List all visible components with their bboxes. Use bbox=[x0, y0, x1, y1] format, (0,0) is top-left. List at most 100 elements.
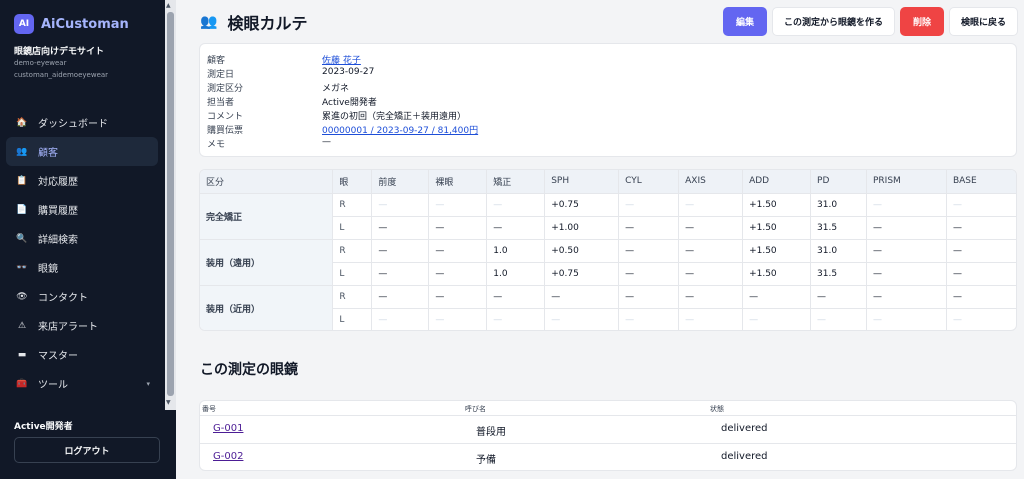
sidebar-item-customers[interactable]: 👥 顧客 bbox=[6, 137, 158, 166]
table-cell: +1.00 bbox=[544, 216, 620, 240]
table-cell: — bbox=[866, 308, 947, 330]
history-icon: 📋 bbox=[16, 175, 28, 186]
table-cell: — bbox=[946, 216, 1016, 240]
row-group-label: 装用（近用） bbox=[200, 285, 334, 330]
tenant-name: 眼鏡店向けデモサイト bbox=[14, 47, 105, 57]
glasses-number-link[interactable]: G-001 bbox=[213, 423, 243, 434]
sidebar-item-toolbox[interactable]: 🧰 ツール ▾ bbox=[6, 369, 158, 398]
info-label: 顧客 bbox=[207, 56, 226, 66]
prescription-table: 区分眼前度 裸眼 矯正 SPH CYL AXIS ADD PD PRISM BASE 完全矯正 R —… bbox=[200, 170, 1016, 330]
sidebar-scrollbar-thumb[interactable] bbox=[167, 12, 174, 396]
table-cell: — bbox=[618, 193, 680, 217]
table-cell: — bbox=[544, 285, 620, 309]
table-cell: 31.5 bbox=[810, 262, 867, 286]
edit-button[interactable]: 編集 bbox=[722, 7, 767, 36]
table-cell: — bbox=[946, 193, 1016, 217]
back-to-exam-button[interactable]: 検眼に戻る bbox=[948, 7, 1018, 36]
sidebar-item-label: 眼鏡 bbox=[38, 264, 58, 275]
alert-icon: ⚠ bbox=[17, 320, 27, 331]
table-cell: — bbox=[866, 239, 947, 263]
table-row: 装用（遠用） R — —1.0 +0.50— — +1.50 31.0— — bbox=[200, 239, 1016, 286]
sidebar-item-glasses[interactable]: 👓 眼鏡 bbox=[6, 253, 158, 282]
page-header: 👥 検眼カルテ bbox=[200, 10, 307, 34]
column-header: 番号 bbox=[202, 405, 216, 413]
glasses-status: delivered bbox=[721, 423, 768, 434]
row-group-label: 完全矯正 bbox=[200, 193, 334, 240]
search-icon: 🔍 bbox=[16, 233, 28, 244]
info-row: 担当者 Active開発者 bbox=[207, 95, 377, 108]
column-header: 状態 bbox=[710, 405, 724, 413]
table-cell: — bbox=[428, 285, 488, 309]
sidebar-item-master[interactable]: ▬ マスター bbox=[6, 340, 158, 369]
table-cell: — bbox=[486, 193, 546, 217]
sidebar-item-label: コンタクト bbox=[38, 293, 88, 304]
main-content: 👥 検眼カルテ 編集 この測定から眼鏡を作る 削除 検眼に戻る 顧客 佐藤 花子測… bbox=[176, 0, 1024, 479]
app-name: AiCustoman bbox=[41, 16, 129, 32]
table-row: G-001 普段用 delivered bbox=[200, 415, 1016, 442]
table-cell: — bbox=[946, 285, 1016, 309]
table-row: G-002 予備 delivered bbox=[200, 443, 1016, 470]
table-row: 装用（近用） R — — — — — — — — — — bbox=[200, 285, 1016, 330]
info-value: 2023-09-27 bbox=[322, 67, 375, 77]
sidebar-item-alert[interactable]: ⚠ 来店アラート bbox=[6, 311, 158, 340]
receipt-icon: 📄 bbox=[16, 204, 28, 215]
table-cell: — bbox=[618, 308, 680, 330]
column-header: BASE bbox=[946, 170, 1016, 194]
sidebar-item-home[interactable]: 🏠 ダッシュボード bbox=[6, 108, 158, 137]
table-cell: — bbox=[486, 216, 546, 240]
info-label: 担当者 bbox=[207, 98, 235, 108]
prescription-card: 区分眼前度 裸眼 矯正 SPH CYL AXIS ADD PD PRISM BASE 完全矯正 R —… bbox=[199, 169, 1017, 331]
delete-button[interactable]: 削除 bbox=[899, 7, 944, 36]
scroll-up-icon[interactable]: ▲ bbox=[166, 2, 171, 9]
sidebar-item-eye[interactable]: 👁 コンタクト bbox=[6, 282, 158, 311]
scroll-down-icon[interactable]: ▼ bbox=[166, 399, 171, 406]
table-cell: — bbox=[866, 285, 947, 309]
eye-label: L bbox=[332, 308, 373, 330]
eye-label: R bbox=[332, 239, 373, 263]
eye-label: R bbox=[332, 285, 373, 309]
table-cell: — bbox=[371, 308, 430, 330]
glasses-name: 普段用 bbox=[476, 427, 506, 438]
sidebar-item-history[interactable]: 📋 対応履歴 bbox=[6, 166, 158, 195]
logout-button[interactable]: ログアウト bbox=[14, 437, 160, 463]
table-cell: — bbox=[428, 216, 488, 240]
glasses-list-card: 番号 呼び名 状態 G-001 普段用 delivered G-002 予備 delivered bbox=[199, 400, 1017, 471]
table-cell: — bbox=[678, 308, 744, 330]
glasses-number-link[interactable]: G-002 bbox=[213, 451, 243, 462]
table-cell: — bbox=[946, 262, 1016, 286]
info-value-link[interactable]: 00000001 / 2023-09-27 / 81,400円 bbox=[322, 123, 478, 136]
sidebar-item-search[interactable]: 🔍 詳細検索 bbox=[6, 224, 158, 253]
sidebar-item-label: ダッシュボード bbox=[38, 119, 108, 130]
table-cell: — bbox=[371, 285, 430, 309]
table-cell: — bbox=[810, 308, 867, 330]
column-header: 呼び名 bbox=[465, 405, 486, 413]
table-cell: +1.50 bbox=[742, 193, 812, 217]
table-cell: — bbox=[486, 285, 546, 309]
table-cell: — bbox=[678, 239, 744, 263]
column-header: 裸眼 bbox=[428, 170, 488, 194]
table-cell: — bbox=[866, 193, 947, 217]
table-cell: — bbox=[678, 216, 744, 240]
table-cell: — bbox=[371, 262, 430, 286]
brand[interactable]: AI AiCustoman bbox=[14, 14, 129, 34]
table-cell: +1.50 bbox=[742, 239, 812, 263]
table-cell: — bbox=[678, 193, 744, 217]
info-value-link[interactable]: 佐藤 花子 bbox=[322, 53, 361, 66]
sidebar: AI AiCustoman 眼鏡店向けデモサイト demo-eyewear cu… bbox=[0, 0, 176, 479]
table-cell: — bbox=[946, 239, 1016, 263]
info-label: 測定区分 bbox=[207, 84, 244, 94]
info-label: 購買伝票 bbox=[207, 126, 244, 136]
info-row: 購買伝票 00000001 / 2023-09-27 / 81,400円 bbox=[207, 123, 478, 136]
sidebar-item-label: ツール bbox=[38, 380, 68, 391]
column-header: CYL bbox=[618, 170, 680, 194]
table-row: 完全矯正 R — — — +0.75— — +1.50 31.0— — bbox=[200, 193, 1016, 240]
sidebar-item-receipt[interactable]: 📄 購買履歴 bbox=[6, 195, 158, 224]
sidebar-item-label: 詳細検索 bbox=[38, 235, 78, 246]
eye-label: L bbox=[332, 262, 373, 286]
sidebar-item-label: 顧客 bbox=[38, 148, 58, 159]
table-cell: — bbox=[486, 308, 546, 330]
customers-icon: 👥 bbox=[16, 146, 28, 157]
table-cell: — bbox=[618, 285, 680, 309]
create-glasses-button[interactable]: この測定から眼鏡を作る bbox=[771, 7, 895, 36]
column-header: 前度 bbox=[371, 170, 430, 194]
